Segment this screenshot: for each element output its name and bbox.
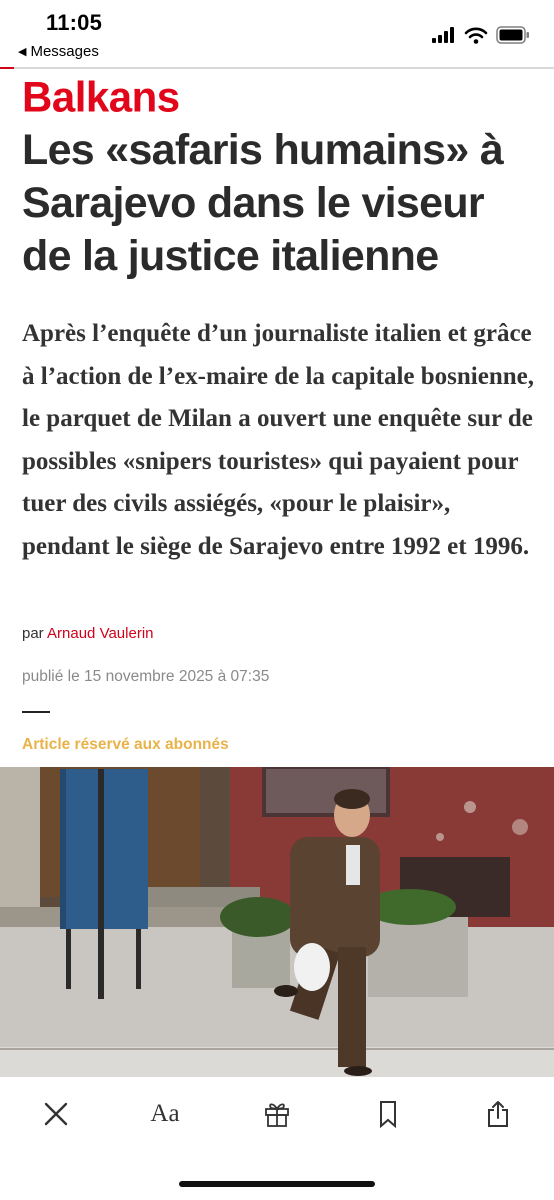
author-link[interactable]: Arnaud Vaulerin <box>47 625 153 642</box>
home-indicator[interactable] <box>179 1181 375 1187</box>
header-divider <box>0 67 554 69</box>
close-icon[interactable] <box>34 1097 78 1131</box>
bookmark-icon[interactable] <box>366 1097 410 1131</box>
text-size-icon[interactable]: Aa <box>143 1097 187 1131</box>
back-to-messages-button[interactable]: ◀ Messages <box>18 43 99 60</box>
system-icons <box>432 24 530 46</box>
gift-icon[interactable] <box>255 1097 299 1131</box>
publication-date: publié le 15 novembre 2025 à 07:35 <box>22 668 270 685</box>
share-icon[interactable] <box>476 1097 520 1131</box>
battery-icon <box>496 26 529 44</box>
byline: par Arnaud Vaulerin <box>22 625 154 642</box>
short-rule <box>22 711 50 713</box>
article-standfirst: Après l’enquête d’un journaliste italien… <box>22 320 534 560</box>
byline-prefix: par <box>22 625 44 642</box>
header-divider-accent <box>0 67 14 69</box>
subscriber-badge: Article réservé aux abonnés <box>22 736 229 753</box>
bottom-toolbar: Aa <box>0 1077 554 1200</box>
wifi-icon <box>464 27 488 44</box>
clock: 11:05 <box>46 10 103 35</box>
article-headline: Les «safaris humains» à Sarajevo dans le… <box>22 126 504 280</box>
status-bar: 11:05 ◀ Messages <box>0 0 554 66</box>
cellular-signal-icon <box>432 27 454 43</box>
section-kicker[interactable]: Balkans <box>22 73 180 121</box>
back-triangle-icon: ◀ <box>18 46 27 58</box>
back-label: Messages <box>30 43 99 60</box>
text-size-label: Aa <box>150 1100 180 1127</box>
article-photo <box>0 767 554 1077</box>
